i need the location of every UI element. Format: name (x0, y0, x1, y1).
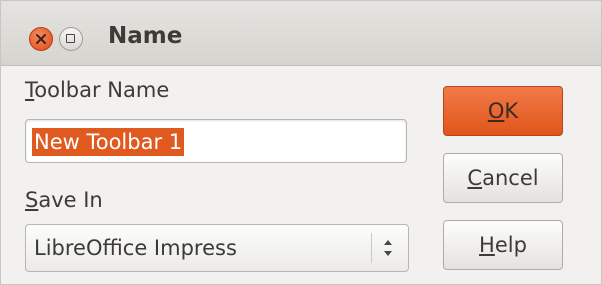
title-bar[interactable]: Name (1, 1, 601, 66)
save-in-select[interactable]: LibreOffice Impress (25, 224, 409, 272)
window-title: Name (108, 23, 183, 49)
save-in-label-text: ave In (38, 188, 103, 212)
save-in-mnemonic: S (25, 188, 39, 212)
toolbar-name-label-text: oolbar Name (34, 78, 170, 102)
restore-icon (66, 34, 75, 43)
ok-label: K (504, 99, 519, 123)
name-dialog: Name Toolbar Name New Toolbar 1 Save In … (0, 0, 602, 285)
ok-button[interactable]: OK (443, 86, 563, 136)
save-in-value: LibreOffice Impress (34, 236, 237, 260)
close-icon (36, 34, 46, 44)
select-separator (371, 233, 372, 263)
cancel-mnemonic: C (467, 166, 483, 190)
help-button[interactable]: Help (443, 220, 563, 270)
up-down-arrows-icon (384, 240, 392, 256)
toolbar-name-label: Toolbar Name (25, 78, 169, 102)
close-window-button[interactable] (29, 27, 53, 51)
help-mnemonic: H (479, 233, 495, 257)
toolbar-name-mnemonic: T (25, 78, 35, 102)
toolbar-name-input[interactable]: New Toolbar 1 (25, 119, 407, 163)
cancel-button[interactable]: Cancel (443, 153, 563, 203)
ok-mnemonic: O (487, 99, 505, 123)
toolbar-name-value: New Toolbar 1 (32, 128, 185, 156)
cancel-label: ancel (482, 166, 539, 190)
save-in-label: Save In (25, 188, 103, 212)
restore-window-button[interactable] (59, 27, 83, 51)
help-label: elp (494, 233, 527, 257)
